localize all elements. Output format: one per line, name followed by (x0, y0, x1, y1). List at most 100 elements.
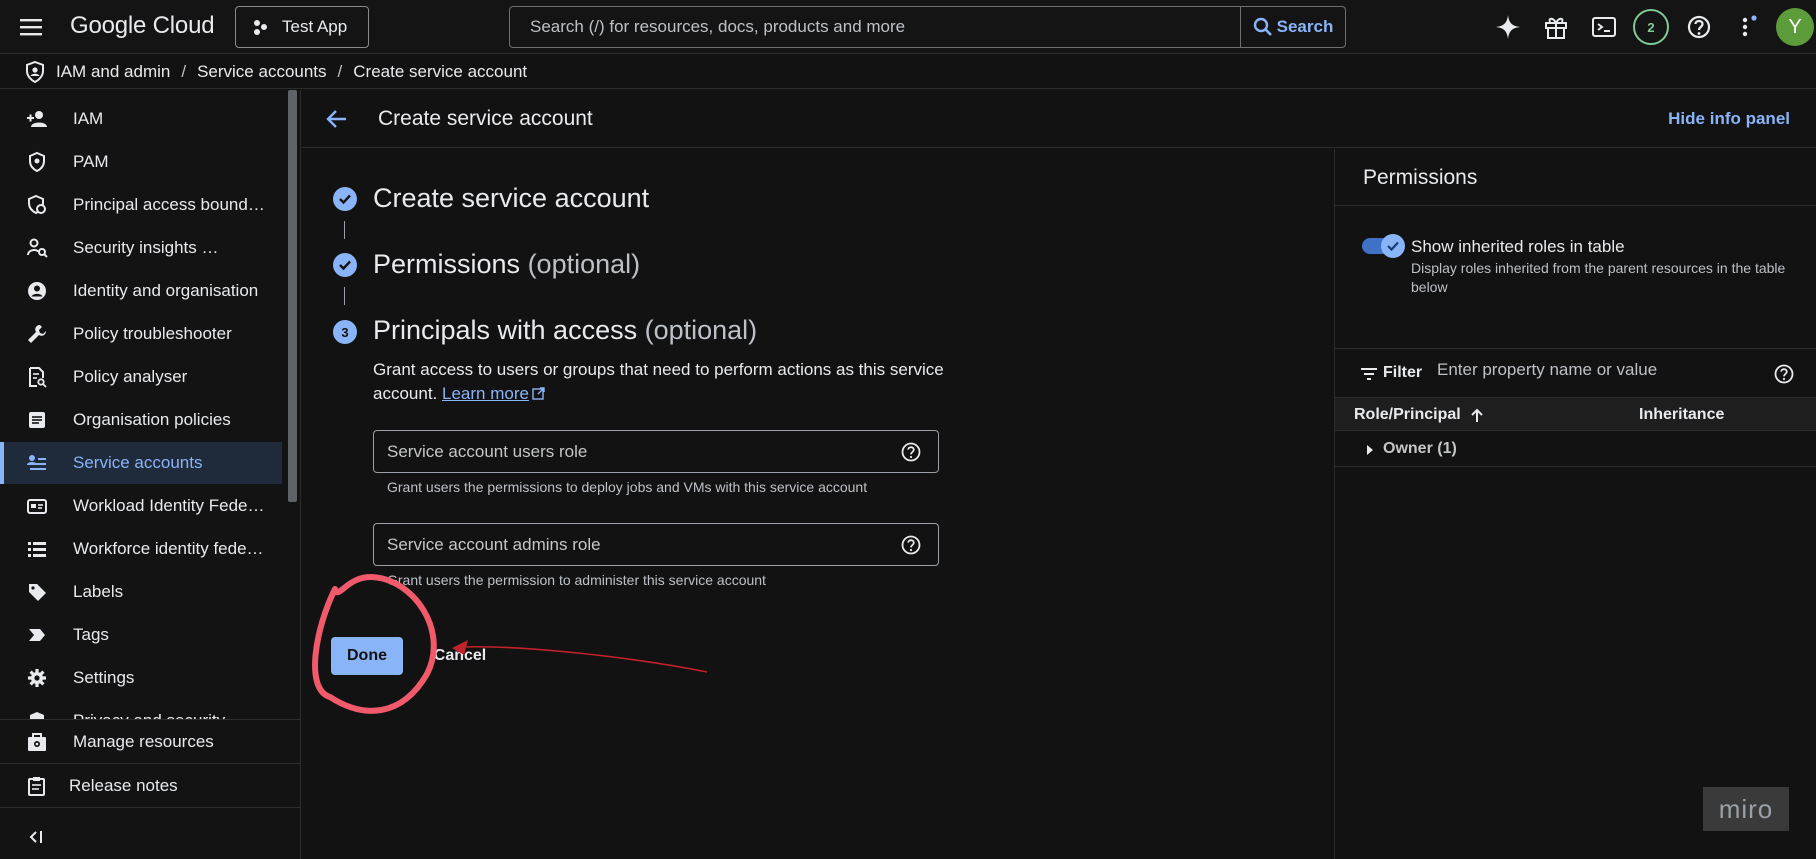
sidebar-item-organisation-policies[interactable]: Organisation policies (0, 399, 282, 441)
menu-icon[interactable] (18, 14, 44, 40)
sidebar-item-label: Policy troubleshooter (73, 324, 232, 343)
admins-role-hint: Grant users the permission to administer… (387, 572, 766, 588)
toggle-label: Show inherited roles in table (1411, 237, 1625, 256)
help-icon[interactable] (1773, 363, 1795, 385)
service-account-icon (26, 452, 48, 474)
step-title: Permissions (373, 249, 521, 279)
step-permissions[interactable]: Permissions (optional) (373, 249, 640, 280)
google-cloud-logo[interactable]: Google Cloud (70, 12, 215, 40)
step-optional-label: (optional) (644, 315, 758, 345)
more-vert-icon[interactable] (1733, 13, 1761, 41)
sidebar-item-manage-resources[interactable]: Manage resources (0, 719, 300, 763)
avatar[interactable]: Y (1776, 8, 1814, 46)
sidebar-item-settings[interactable]: Settings (0, 657, 282, 699)
table-header: Role/Principal Inheritance (1335, 397, 1816, 431)
expand-triangle-icon[interactable] (1365, 444, 1375, 456)
sidebar-item-policy-troubleshooter[interactable]: Policy troubleshooter (0, 313, 282, 355)
project-name: Test App (282, 17, 348, 36)
step-connector (344, 221, 345, 239)
step-title: Create service account (373, 183, 650, 213)
sidebar-item-identity-organisation[interactable]: Identity and organisation (0, 270, 282, 312)
account-circle-icon (26, 280, 48, 302)
sidebar-item-security-insights[interactable]: Security insights … (0, 227, 282, 269)
sidebar-item-workforce-identity[interactable]: Workforce identity fede… (0, 528, 282, 570)
service-account-users-role-field (373, 430, 939, 473)
sidebar-item-label: PAM (73, 152, 109, 171)
terminal-icon[interactable] (1590, 13, 1618, 41)
external-link-icon (532, 387, 545, 400)
column-header-label: Role/Principal (1354, 406, 1461, 423)
gemini-sparkle-icon[interactable] (1494, 13, 1522, 41)
filter-icon (1359, 364, 1379, 384)
filter-bar: Filter (1335, 349, 1816, 397)
help-icon[interactable] (900, 534, 922, 556)
breadcrumb-iam-admin[interactable]: IAM and admin (56, 62, 170, 82)
gear-icon (26, 667, 48, 689)
sidebar-item-label: Manage resources (73, 731, 214, 751)
learn-more-label: Learn more (442, 384, 529, 403)
cancel-button[interactable]: Cancel (424, 637, 496, 675)
search-input[interactable] (510, 7, 1240, 47)
tag-chevron-icon (26, 624, 48, 646)
sidebar-item-label: Organisation policies (73, 410, 231, 429)
sidebar-item-iam[interactable]: IAM (0, 98, 282, 140)
filter-label: Filter (1383, 364, 1423, 381)
top-bar: Google Cloud Test App Search 2 Y (0, 0, 1816, 54)
help-icon[interactable] (900, 441, 922, 463)
sidebar-item-label: Labels (73, 582, 124, 601)
sidebar-item-policy-analyser[interactable]: Policy analyser (0, 356, 282, 398)
sidebar-item-service-accounts[interactable]: Service accounts (0, 442, 282, 484)
step-complete-check-icon (333, 253, 357, 277)
filter-input[interactable] (1437, 360, 1737, 380)
divider (1335, 205, 1816, 206)
step-principals-with-access: Principals with access (optional) (373, 315, 757, 346)
hide-info-panel-button[interactable]: Hide info panel (1668, 109, 1790, 129)
release-notes-icon (26, 775, 48, 797)
table-row[interactable]: Owner (1) (1335, 431, 1816, 467)
shield-icon (26, 151, 48, 173)
notifications-badge[interactable]: 2 (1633, 9, 1669, 45)
help-icon[interactable] (1685, 13, 1713, 41)
back-arrow-icon[interactable] (324, 106, 350, 132)
sidebar-item-workload-identity[interactable]: Workload Identity Fede… (0, 485, 282, 527)
inherited-roles-toggle[interactable] (1362, 234, 1406, 258)
sidebar-item-labels[interactable]: Labels (0, 571, 282, 613)
search-button[interactable]: Search (1240, 7, 1345, 47)
list-icon (26, 538, 48, 560)
gift-icon[interactable] (1542, 13, 1570, 41)
sidebar-item-label: IAM (73, 109, 104, 128)
collapse-sidebar-icon[interactable] (26, 826, 48, 848)
id-card-icon (26, 495, 48, 517)
breadcrumb-service-accounts[interactable]: Service accounts (197, 62, 326, 82)
step-optional-label: (optional) (527, 249, 641, 279)
step-description: Grant access to users or groups that nee… (373, 358, 953, 406)
person-search-icon (26, 237, 48, 259)
sidebar-item-tags[interactable]: Tags (0, 614, 282, 656)
breadcrumb-separator: / (337, 61, 343, 81)
info-panel: Permissions Show inherited roles in tabl… (1334, 149, 1816, 859)
annotation-arrow (461, 645, 708, 673)
project-picker-button[interactable]: Test App (235, 6, 369, 48)
step-create-service-account[interactable]: Create service account (373, 183, 649, 214)
sidebar-item-label: Settings (73, 668, 135, 687)
sidebar-item-principal-access-boundary[interactable]: Principal access bound… (0, 184, 282, 226)
done-button[interactable]: Done (331, 637, 403, 675)
learn-more-link[interactable]: Learn more (442, 384, 529, 403)
service-account-admins-role-input[interactable] (374, 534, 900, 555)
sidebar-item-label: Security insights … (73, 238, 219, 257)
sidebar-scrollbar[interactable] (288, 90, 297, 502)
column-header-role-principal[interactable]: Role/Principal (1354, 406, 1485, 424)
shield-icon (24, 60, 46, 83)
page-header: Create service account Hide info panel (302, 90, 1816, 148)
step-connector (344, 287, 345, 305)
sidebar-item-privacy-security[interactable]: Privacy and security (0, 700, 282, 720)
sidebar-item-label: Policy analyser (73, 367, 188, 386)
sidebar-item-label: Workforce identity fede… (73, 539, 264, 558)
column-header-inheritance[interactable]: Inheritance (1639, 406, 1724, 424)
sidebar-item-pam[interactable]: PAM (0, 141, 282, 183)
service-account-users-role-input[interactable] (374, 441, 900, 462)
sort-ascending-icon (1469, 407, 1485, 423)
sidebar-nav: IAM PAM Principal access bound… Security… (0, 90, 287, 720)
sidebar: IAM PAM Principal access bound… Security… (0, 90, 301, 859)
sidebar-item-release-notes[interactable]: Release notes (0, 763, 300, 807)
